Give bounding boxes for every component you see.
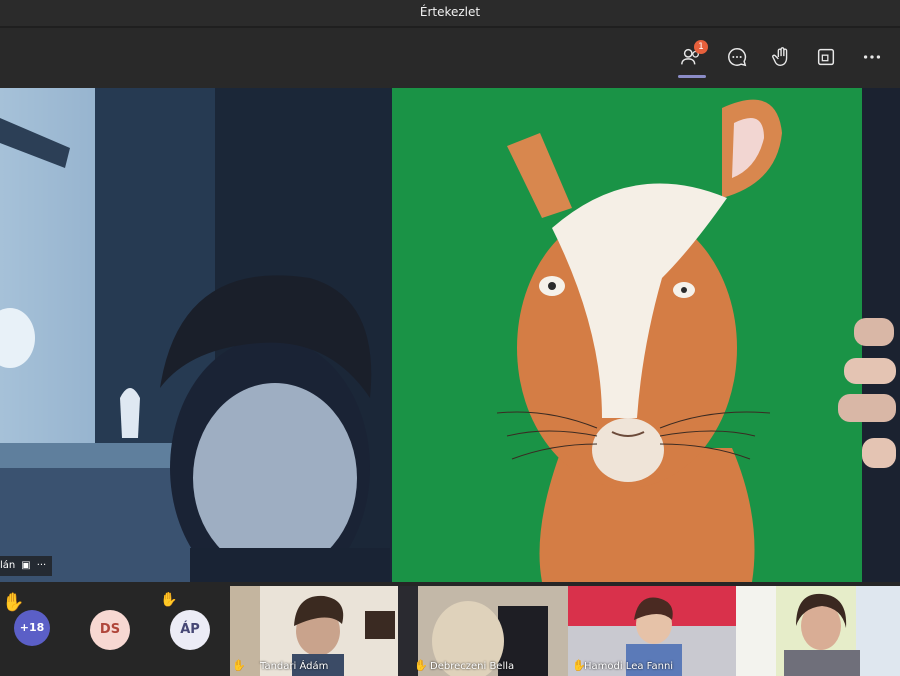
thumbnail-name: Hamodi Lea Fanni <box>584 661 674 672</box>
raise-hand-button[interactable] <box>767 42 797 72</box>
meeting-toolbar: 1 <box>0 28 900 88</box>
participant-name: lán <box>0 560 16 571</box>
more-options-button[interactable] <box>857 42 887 72</box>
active-indicator <box>678 75 706 78</box>
screen-icon: ▣ <box>21 560 31 571</box>
more-icon[interactable]: ··· <box>37 556 47 576</box>
window-title-text: Értekezlet <box>419 5 481 19</box>
participant-video-right[interactable] <box>392 88 900 582</box>
thumbnail-name: Debreczeni Bella <box>430 661 515 672</box>
raised-hand-icon: ✋ <box>160 592 178 608</box>
participant-video-left[interactable]: lán ▣ ··· <box>0 88 392 582</box>
window-title: Értekezlet <box>0 0 900 26</box>
raised-hand-icon: ✋ <box>414 659 428 672</box>
overflow-participants-button[interactable]: +18 <box>14 610 50 646</box>
video-thumbnail[interactable]: ✋ Debreczeni Bella <box>398 586 568 676</box>
video-stage: lán ▣ ··· <box>0 88 900 582</box>
video-thumbnail[interactable] <box>736 586 900 676</box>
webcam-image-child <box>0 88 392 582</box>
thumbnail-video-image <box>736 586 900 676</box>
hand-icon <box>772 47 788 66</box>
participants-badge: 1 <box>694 40 708 54</box>
chat-button[interactable] <box>722 42 752 72</box>
video-thumbnail[interactable]: ✋ Tandari Ádám <box>230 586 398 676</box>
participant-name-tag: lán ▣ ··· <box>0 556 53 576</box>
participant-avatar-ds[interactable]: DS <box>90 610 130 650</box>
raised-hand-icon: ✋ <box>232 659 246 672</box>
raised-hand-icon: ✋ <box>2 592 25 613</box>
share-screen-icon <box>817 48 835 66</box>
webcam-image-drawing <box>392 88 900 582</box>
participant-strip: ✋ +18 DS ✋ ÁP ✋ Tandari Ádám ✋ Debreczen… <box>0 582 900 676</box>
share-button[interactable] <box>811 42 841 72</box>
avatar-initials: ÁP <box>180 622 200 637</box>
chat-icon <box>728 48 747 67</box>
thumbnail-name: Tandari Ádám <box>260 661 329 672</box>
video-thumbnail[interactable]: ✋ Hamodi Lea Fanni <box>568 586 736 676</box>
participants-button[interactable]: 1 <box>676 40 708 78</box>
more-icon <box>863 55 881 59</box>
avatar-initials: DS <box>99 622 121 637</box>
overflow-count: +18 <box>19 621 45 634</box>
participant-avatar-ap[interactable]: ÁP <box>170 610 210 650</box>
